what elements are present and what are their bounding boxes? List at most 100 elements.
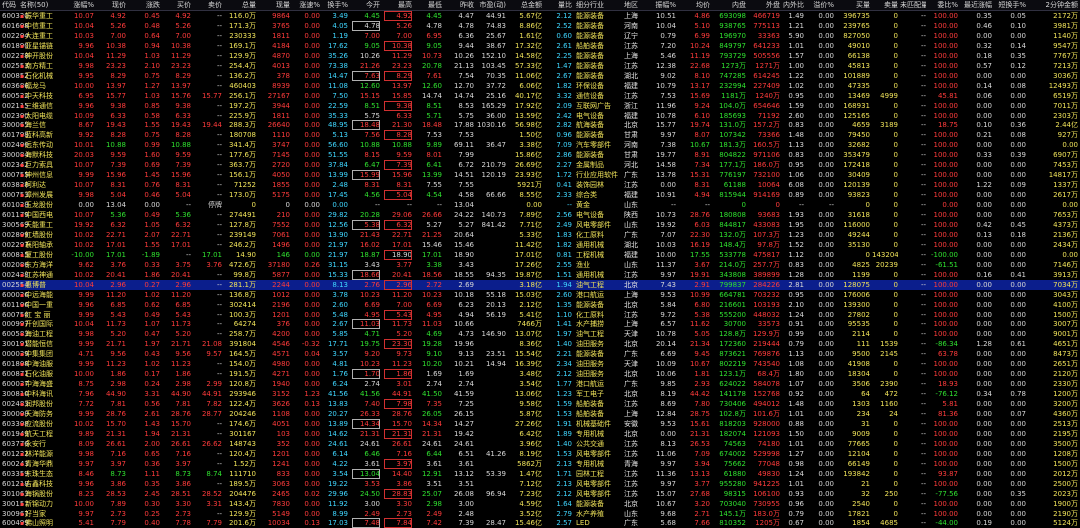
table-row[interactable]: 300569 ▪天能重工 19.92 6.32 1.05 6.32 -- 127.8万 7552… <box>0 219 1080 230</box>
table-row[interactable]: 601808 ▪中海油服 9.99 11.23 1.02 11.23 -- 154.0万 498… <box>0 359 1080 369</box>
column-header[interactable]: 卖价 <box>194 0 222 10</box>
table-row[interactable]: 002553 ▪南方精工 9.98 23.23 2.10 23.23 -- 254.4万 401… <box>0 61 1080 71</box>
table-cell: 3063 <box>272 479 290 488</box>
column-header[interactable]: 振幅% <box>650 0 676 10</box>
table-cell: 2.25 <box>556 51 572 60</box>
table-row[interactable]: 002297 ▪襄阳轴承 10.02 17.01 1.55 17.01 -- 246.2万 14… <box>0 240 1080 250</box>
table-cell: 6.08 <box>788 181 804 190</box>
table-row[interactable]: 000039 ▪中集集团 4.71 9.56 0.43 9.56 9.57 164.5万 457… <box>0 349 1080 359</box>
table-row[interactable]: 603828 ▪柯利达 10.07 8.31 0.76 8.31 -- 71252 1855 0.… <box>0 180 1080 190</box>
table-row[interactable]: 601798 ▪蓝科高新 9.92 8.28 0.75 8.28 -- 180708 1110 0… <box>0 130 1080 141</box>
table-row[interactable]: 300065 ▪海兰信 8.67 19.43 1.55 19.43 19.44 288.3万 2… <box>0 120 1080 131</box>
column-header[interactable]: 卖量 <box>872 0 898 10</box>
column-header[interactable]: 短换手% <box>996 0 1026 10</box>
table-row[interactable]: 002086 ▪东方海洋 9.62 3.76 0.33 3.75 3.76 472.6万 371… <box>0 260 1080 270</box>
column-header[interactable]: 买价 <box>163 0 191 10</box>
column-header[interactable]: 未匹配量 <box>900 0 926 10</box>
table-cell: 28.52 <box>201 489 222 498</box>
column-header[interactable]: 涨幅% <box>66 0 94 10</box>
table-cell: 30409 <box>847 171 870 180</box>
table-row[interactable]: 603359 ▪东珠生态 8.46 8.73 1.11 8.73 8.74 111710 833… <box>0 468 1080 479</box>
table-row[interactable]: 002438 ▪江苏神通 10.02 20.41 1.86 20.41 -- 99.8万 587… <box>0 269 1080 280</box>
table-row[interactable]: 600320 ▪振华重工 10.07 4.92 0.45 4.92 -- 116.0万 9864… <box>0 11 1080 21</box>
column-header[interactable]: 涨跌 <box>132 0 160 10</box>
table-row[interactable]: 301063 ▪海锅股份 8.23 28.53 2.45 28.51 28.52 204476… <box>0 488 1080 499</box>
table-row[interactable]: 000997 ▪开创国际 10.04 11.73 1.07 11.73 -- 64274 376… <box>0 319 1080 330</box>
column-header[interactable]: 买量 <box>840 0 870 10</box>
table-row[interactable]: 000753 ▪漳州发展 9.98 5.04 0.46 5.04 -- 173.0万 5175 0… <box>0 190 1080 201</box>
table-cell: 9.59 <box>396 151 412 160</box>
table-cell: 841.42 <box>481 220 507 229</box>
column-header[interactable]: 换手% <box>322 0 348 10</box>
table-row[interactable]: 600750 ▪红 宝 丽 9.99 5.43 0.49 5.43 -- 100.3万 1201… <box>0 309 1080 320</box>
table-cell: 8.46 <box>78 469 94 478</box>
table-row[interactable]: 002483 ▪润邦股份 7.72 7.81 0.56 7.81 7.82 122.4万 362… <box>0 399 1080 410</box>
table-cell: 0.14 <box>1010 41 1026 50</box>
column-header[interactable]: 内盘 <box>716 0 746 10</box>
column-header[interactable]: 总金额 <box>510 0 542 10</box>
table-row[interactable]: 600815 ▪厦工股份 -10.00 17.01 -1.89 -- 17.01 14.90 1… <box>0 249 1080 260</box>
column-header[interactable]: 细分行业 <box>576 0 622 10</box>
table-row[interactable]: 300157 ▪新锦动力 10.00 7.89 0.30 3.30 3.31 143.4万 78… <box>0 499 1080 509</box>
table-cell: 19.96 <box>453 340 474 349</box>
table-cell: 7.50 <box>332 91 348 100</box>
column-header[interactable]: 委比% <box>930 0 958 10</box>
table-row[interactable]: 002406 ▪远东传动 10.01 10.88 0.99 10.88 -- 341.4万 37… <box>0 140 1080 150</box>
table-row[interactable]: 300084 ▪海默科技 20.03 9.59 1.60 9.59 -- 177.6万 7145… <box>0 150 1080 160</box>
table-row[interactable]: 601222 ▪林洋能源 9.98 7.16 0.65 7.16 -- 120.4万 1201 0… <box>0 449 1080 459</box>
table-row[interactable]: 600243 ▪青海华鼎 9.97 3.97 0.36 3.97 -- 1.52万 1241 0.… <box>0 458 1080 469</box>
table-row[interactable]: 600522 ▪中天科技 6.95 15.77 1.03 15.76 15.77 256.1万… <box>0 91 1080 101</box>
table-cell: 12.70 <box>453 81 474 90</box>
table-row[interactable]: 600583 ▪海油工程 9.98 5.20 0.47 5.20 -- 258.7万 4200 0… <box>0 329 1080 339</box>
table-row[interactable]: 002115 ▪三维通信 9.96 9.38 0.85 9.38 -- 197.2万 3944 0… <box>0 100 1080 111</box>
column-header[interactable]: 最高 <box>384 0 412 10</box>
table-row[interactable]: 601890 ▪亚星锚链 9.96 10.38 0.94 10.38 -- 169.1万 418… <box>0 40 1080 51</box>
column-header[interactable]: 溢价% <box>808 0 834 10</box>
column-header[interactable]: 市盈(动) <box>476 0 506 10</box>
table-row[interactable]: 002554 ▪惠博普 10.04 2.96 0.27 2.96 -- 281.1万 2244 0… <box>0 279 1080 290</box>
column-header[interactable]: 总量 <box>226 0 256 10</box>
column-header[interactable]: 地区 <box>624 0 648 10</box>
column-header[interactable]: 均价 <box>680 0 710 10</box>
column-header[interactable]: 现量 <box>260 0 290 10</box>
column-header[interactable]: 最近涨幅 <box>962 0 992 10</box>
table-row[interactable]: 601179 ▪中国西电 10.07 5.36 0.49 5.36 -- 274491 210 0… <box>0 210 1080 220</box>
table-row[interactable]: 300191 ▪潜能恒信 9.99 21.71 1.97 21.71 21.08 391804… <box>0 339 1080 350</box>
table-row[interactable]: 601028 ▪玉龙股份 0.00 13.04 0.00 -- 停牌 0 0 0.00 0.00 --… <box>0 200 1080 210</box>
column-header[interactable]: 外盘 <box>750 0 780 10</box>
margin-flag-icon: ▪ <box>20 162 25 170</box>
table-row[interactable]: 600026 ▪中远海能 9.99 11.20 1.02 11.20 -- 136.8万 101… <box>0 290 1080 300</box>
table-row[interactable]: 002204 ▪大连重工 10.03 7.00 0.64 7.00 -- 230333 1811… <box>0 31 1080 41</box>
table-row[interactable]: 603776 ▪永安行 8.09 26.61 2.00 26.61 26.62 148743 3… <box>0 439 1080 449</box>
column-header[interactable]: 最低 <box>414 0 442 10</box>
table-row[interactable]: 603686 ▪福龙马 10.00 13.97 1.27 13.97 -- 460403 893… <box>0 81 1080 91</box>
column-header[interactable]: 涨速% <box>296 0 320 10</box>
table-row[interactable]: 002342 ▪巨力索具 10.07 7.39 0.69 7.39 -- 363.7万 2720… <box>0 160 1080 171</box>
table-row[interactable]: 601608 ▪中信重工 10.04 5.26 0.48 5.26 -- 171.3万 3765… <box>0 20 1080 31</box>
table-row[interactable]: 601218 ▪吉鑫科技 9.96 3.86 0.35 3.86 -- 189.5万 3063 0… <box>0 479 1080 489</box>
column-header[interactable]: 量比 <box>546 0 572 10</box>
table-row[interactable]: 002300 ▪太阳电缆 10.09 6.33 0.58 6.33 -- 225.9万 1811… <box>0 111 1080 121</box>
table-row[interactable]: 002809 ▪红墙股份 10.02 22.71 2.07 22.71 -- 239149 70… <box>0 230 1080 240</box>
table-row[interactable]: 000755 ▪神州信息 9.99 15.96 1.45 15.96 -- 156.1万 405… <box>0 170 1080 181</box>
table-row[interactable]: 600499 ▪佛山照明 5.41 7.79 0.40 7.78 7.79 201.6万 100… <box>0 518 1080 528</box>
column-header[interactable]: 现价 <box>98 0 126 10</box>
table-row[interactable]: 000852 ▪石化机械 9.95 8.29 0.75 8.29 -- 136.2万 378 0.… <box>0 70 1080 81</box>
table-row[interactable]: 300810 ▪中科海讯 7.96 44.90 3.31 44.90 44.91 293946… <box>0 389 1080 399</box>
column-header[interactable]: 2分钟金额 <box>1030 0 1078 10</box>
column-header[interactable]: 内外比 <box>782 0 804 10</box>
table-cell: -- <box>216 240 222 249</box>
column-header[interactable]: 今开 <box>352 0 380 10</box>
table-row[interactable]: 600871 ▪石化油服 10.00 1.86 0.17 1.86 -- 191.5万 4271… <box>0 369 1080 380</box>
table-row[interactable]: 601949 ▪航天工程 9.89 21.31 1.94 21.31 -- 301167 103… <box>0 428 1080 439</box>
table-cell: 2.73 <box>175 509 191 518</box>
column-header[interactable]: 名称(50) <box>20 0 65 10</box>
table-row[interactable]: 300008 ▪天海防务 9.99 28.76 2.61 28.76 28.77 204246… <box>0 409 1080 419</box>
table-row[interactable]: 601106 ▪中国一重 9.96 6.85 0.62 6.85 -- 302414 2196 0… <box>0 300 1080 310</box>
table-cell: 5.26 <box>110 21 126 30</box>
table-row[interactable]: 002278 ▪神开股份 10.04 11.29 1.03 11.29 -- 129.9万 48… <box>0 51 1080 61</box>
table-row[interactable]: 603308 ▪应流股份 10.02 15.70 1.43 15.70 -- 174.6万 40… <box>0 418 1080 429</box>
column-header[interactable]: 昨收 <box>446 0 474 10</box>
table-row[interactable]: 600037 ▪中海海盛 8.75 2.98 0.24 2.98 2.99 120.8万 194… <box>0 379 1080 389</box>
table-row[interactable]: 300967 ▪好当家 9.97 2.73 0.25 2.73 -- 129.9万 5149 0.… <box>0 509 1080 519</box>
